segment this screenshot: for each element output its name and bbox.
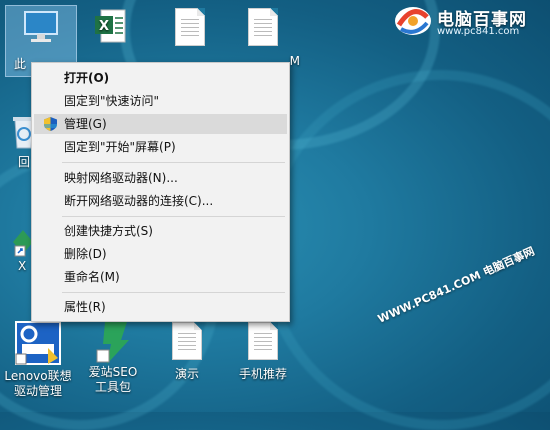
- menu-separator: [62, 162, 285, 163]
- menu-item-label: 断开网络驱动器的连接(C)...: [64, 194, 214, 208]
- desktop-icon-doc[interactable]: [155, 6, 225, 53]
- menu-separator: [62, 216, 285, 217]
- lenovo-driver-icon: [14, 320, 62, 366]
- menu-item-rename[interactable]: 重命名(M): [34, 267, 287, 287]
- desktop-icon-label: 此: [14, 57, 27, 71]
- menu-item-label: 重命名(M): [64, 270, 120, 284]
- desktop-icon-label: Lenovo联想驱动管理: [4, 369, 72, 398]
- desktop-icon-lenovo[interactable]: Lenovo联想驱动管理: [0, 320, 76, 399]
- menu-item-pin-quick-access[interactable]: 固定到"快速访问": [34, 91, 287, 111]
- menu-item-map-drive[interactable]: 映射网络驱动器(N)...: [34, 168, 287, 188]
- menu-item-label: 固定到"开始"屏幕(P): [64, 140, 176, 154]
- shield-icon: [44, 117, 57, 131]
- menu-item-manage[interactable]: 管理(G): [34, 114, 287, 134]
- menu-item-label: 管理(G): [64, 117, 107, 131]
- menu-item-create-shortcut[interactable]: 创建快捷方式(S): [34, 221, 287, 241]
- menu-item-label: 创建快捷方式(S): [64, 224, 153, 238]
- document-icon: [248, 322, 278, 360]
- desktop-icon-label: 爱站SEO工具包: [88, 365, 138, 394]
- desktop-icon-label: 手机推荐: [238, 367, 287, 381]
- desktop-icon-excel[interactable]: X: [75, 6, 145, 51]
- menu-item-label: 固定到"快速访问": [64, 94, 160, 108]
- excel-file-icon: X: [89, 6, 131, 48]
- menu-item-delete[interactable]: 删除(D): [34, 244, 287, 264]
- pc841-logo-icon: [395, 7, 431, 35]
- menu-item-label: 映射网络驱动器(N)...: [64, 171, 178, 185]
- seo-tool-icon: [95, 320, 131, 364]
- menu-item-disconnect-drive[interactable]: 断开网络驱动器的连接(C)...: [34, 191, 287, 211]
- menu-item-label: 属性(R): [64, 300, 106, 314]
- computer-icon: [20, 6, 62, 48]
- document-icon: [172, 322, 202, 360]
- menu-item-open[interactable]: 打开(O): [34, 68, 287, 88]
- context-menu: 打开(O) 固定到"快速访问" 管理(G) 固定到"开始"屏幕(P) 映射网络驱…: [31, 62, 290, 322]
- document-icon: [175, 8, 205, 46]
- desktop-icon-label: 演示: [174, 367, 199, 381]
- desktop-icon-phone-recommend[interactable]: 手机推荐: [228, 320, 298, 382]
- menu-item-pin-start[interactable]: 固定到"开始"屏幕(P): [34, 137, 287, 157]
- menu-item-label: 打开(O): [64, 71, 110, 85]
- svg-text:X: X: [99, 19, 109, 34]
- desktop-icon-presentation[interactable]: 演示: [152, 320, 222, 382]
- document-icon: [248, 8, 278, 46]
- menu-separator: [62, 292, 285, 293]
- menu-item-properties[interactable]: 属性(R): [34, 297, 287, 317]
- menu-item-label: 删除(D): [64, 247, 107, 261]
- desktop-icon-aizhan-seo[interactable]: 爱站SEO工具包: [78, 320, 148, 395]
- brand-url: www.pc841.com: [437, 26, 520, 37]
- site-logo: 电脑百事网 www.pc841.com: [393, 3, 543, 39]
- desktop-icon-doc[interactable]: [228, 6, 298, 53]
